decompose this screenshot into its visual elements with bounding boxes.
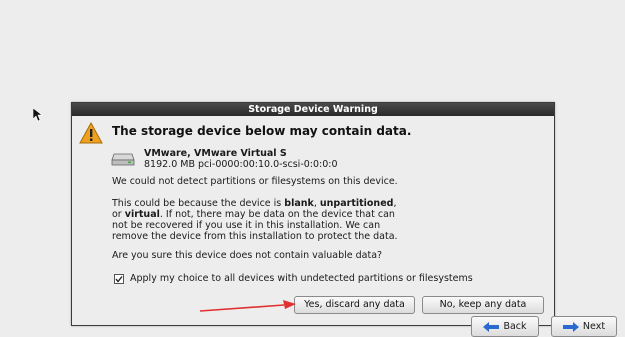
- apply-to-all-label: Apply my choice to all devices with unde…: [130, 273, 473, 284]
- apply-to-all-row[interactable]: Apply my choice to all devices with unde…: [114, 273, 473, 284]
- explanation-part: remove the device from this installation…: [112, 231, 398, 242]
- hard-disk-icon: [111, 153, 135, 166]
- device-name: VMware, VMware Virtual S: [144, 148, 287, 159]
- explanation-blank: blank: [284, 198, 314, 209]
- explanation-part: . If not, there may be data on the devic…: [159, 209, 395, 220]
- arrow-left-icon: [483, 321, 500, 332]
- device-detail: 8192.0 MB pci-0000:00:10.0-scsi-0:0:0:0: [144, 159, 338, 170]
- confirmation-question: Are you sure this device does not contai…: [112, 250, 383, 261]
- explanation-virtual: virtual: [124, 209, 160, 220]
- storage-warning-dialog: Storage Device Warning The storage devic…: [71, 102, 555, 326]
- dialog-headline: The storage device below may contain dat…: [112, 124, 412, 138]
- dialog-title: Storage Device Warning: [72, 103, 554, 116]
- checkmark-icon: [115, 275, 123, 283]
- explanation-part: ,: [393, 198, 397, 209]
- next-label: Next: [582, 321, 606, 332]
- no-keep-button[interactable]: No, keep any data: [422, 296, 544, 314]
- explanation-part: This could be because the device is: [112, 198, 285, 209]
- mouse-cursor-icon: [33, 108, 43, 122]
- explanation-unpartitioned: unpartitioned: [319, 198, 394, 209]
- explanation-part: not be recovered if you use it in this i…: [112, 220, 381, 231]
- installer-background: Storage Device Warning The storage devic…: [0, 0, 625, 337]
- explanation-text: This could be because the device is blan…: [112, 198, 542, 242]
- back-button[interactable]: Back: [471, 316, 539, 337]
- explanation-part: or: [112, 209, 125, 220]
- arrow-right-icon: [562, 321, 579, 332]
- back-label: Back: [503, 321, 527, 332]
- next-button[interactable]: Next: [551, 316, 617, 337]
- yes-discard-button[interactable]: Yes, discard any data: [294, 296, 415, 314]
- no-partitions-text: We could not detect partitions or filesy…: [112, 176, 398, 187]
- apply-to-all-checkbox[interactable]: [114, 273, 124, 284]
- warning-triangle-icon: [79, 122, 103, 144]
